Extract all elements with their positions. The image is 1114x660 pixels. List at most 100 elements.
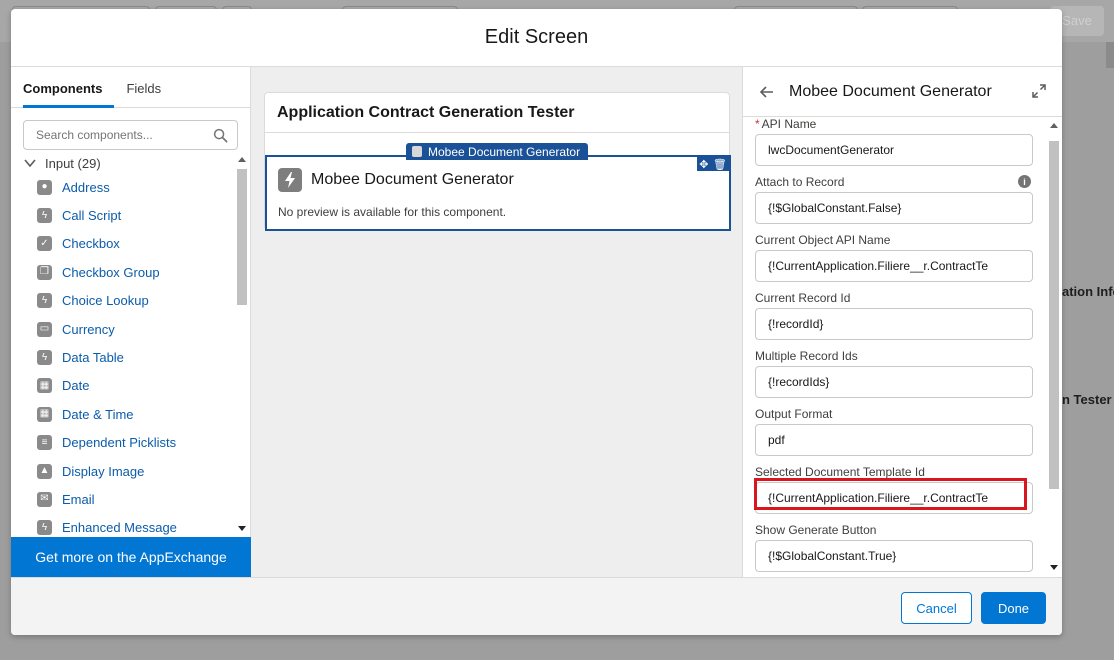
- screen-canvas: Application Contract Generation Tester M…: [251, 67, 742, 577]
- search-components-input[interactable]: [24, 128, 204, 142]
- properties-fields-area: * API Name lwcDocumentGenerator Attach to…: [743, 117, 1062, 577]
- properties-header: Mobee Document Generator: [743, 67, 1062, 117]
- field-output-format: Output Format pdf: [755, 407, 1033, 465]
- bolt-icon: [412, 146, 422, 157]
- component-item-display-image[interactable]: ▲ Display Image: [37, 457, 233, 485]
- field-label-text: Output Format: [755, 407, 833, 421]
- edit-screen-modal: Edit Screen Components Fields Input (29): [11, 9, 1062, 635]
- scrollbar-thumb[interactable]: [1049, 141, 1059, 489]
- field-label-text: Selected Document Template Id: [755, 465, 925, 479]
- currency-icon: ▭: [37, 321, 52, 337]
- search-box: [23, 120, 238, 150]
- group-label: Input (29): [45, 155, 101, 171]
- map-pin-icon: ●: [37, 179, 52, 195]
- component-item-choice-lookup[interactable]: ϟ Choice Lookup: [37, 287, 233, 315]
- show-generate-button-input[interactable]: {!$GlobalConstant.True}: [755, 540, 1033, 572]
- current-object-api-name-input[interactable]: {!CurrentApplication.Filiere__r.Contract…: [755, 250, 1033, 282]
- cancel-button[interactable]: Cancel: [901, 592, 972, 624]
- modal-title: Edit Screen: [484, 26, 589, 48]
- field-api-name: * API Name lwcDocumentGenerator: [755, 117, 1033, 175]
- field-label: Current Object API Name: [755, 233, 1033, 247]
- selected-tag-label: Mobee Document Generator: [428, 144, 581, 159]
- field-label-text: Show Generate Button: [755, 523, 877, 537]
- properties-scrollbar[interactable]: [1048, 121, 1060, 574]
- checkbox-icon: ✓: [37, 236, 52, 252]
- background-scrollbar: [1106, 42, 1114, 68]
- component-label: Address: [62, 179, 110, 195]
- component-item-checkbox-group[interactable]: ❐ Checkbox Group: [37, 258, 233, 286]
- component-item-currency[interactable]: ▭ Currency: [37, 315, 233, 343]
- component-item-date-time[interactable]: ▦ Date & Time: [37, 400, 233, 428]
- move-icon[interactable]: ✥: [699, 158, 708, 171]
- input-group-header[interactable]: Input (29): [23, 153, 101, 173]
- component-item-date[interactable]: ▦ Date: [37, 372, 233, 400]
- field-label: Selected Document Template Id: [755, 465, 1033, 479]
- selected-component[interactable]: Mobee Document Generator ✥ 🗑 Mobee Docum…: [265, 143, 731, 231]
- calendar-clock-icon: ▦: [37, 406, 52, 422]
- scroll-down-arrow-icon[interactable]: [238, 526, 246, 531]
- component-item-call-script[interactable]: ϟ Call Script: [37, 201, 233, 229]
- field-label: Current Record Id: [755, 291, 1033, 305]
- component-label: Data Table: [62, 350, 124, 366]
- search-icon[interactable]: [213, 128, 228, 143]
- screen-title[interactable]: Application Contract Generation Tester: [265, 93, 729, 133]
- panel-tabs: Components Fields: [11, 67, 250, 108]
- properties-panel: Mobee Document Generator * API Name lwcDo…: [742, 67, 1062, 577]
- background-text: n Tester: [1062, 392, 1112, 407]
- bolt-icon: ϟ: [37, 208, 52, 224]
- selected-document-template-id-input[interactable]: {!CurrentApplication.Filiere__r.Contract…: [755, 482, 1033, 514]
- field-show-generate-button: Show Generate Button {!$GlobalConstant.T…: [755, 523, 1033, 577]
- current-record-id-input[interactable]: {!recordId}: [755, 308, 1033, 340]
- component-label: Call Script: [62, 208, 122, 224]
- delete-icon[interactable]: 🗑: [713, 158, 727, 171]
- background-text: ation Info: [1062, 284, 1114, 299]
- scrollbar-thumb[interactable]: [237, 169, 247, 305]
- attach-to-record-input[interactable]: {!$GlobalConstant.False}: [755, 192, 1033, 224]
- back-arrow-icon[interactable]: [759, 84, 775, 100]
- component-label: Date: [62, 378, 90, 394]
- tab-fields[interactable]: Fields: [126, 67, 161, 107]
- components-list: ● Address ϟ Call Script ✓ Checkbox ❐ Che…: [37, 173, 233, 542]
- field-label-text: API Name: [761, 117, 817, 131]
- field-attach-to-record: Attach to Record i {!$GlobalConstant.Fals…: [755, 175, 1033, 233]
- component-item-data-table[interactable]: ϟ Data Table: [37, 343, 233, 371]
- field-label-text: Attach to Record: [755, 175, 845, 189]
- multiple-record-ids-input[interactable]: {!recordIds}: [755, 366, 1033, 398]
- component-label: Enhanced Message: [62, 520, 177, 536]
- component-header: Mobee Document Generator: [278, 168, 514, 192]
- info-icon[interactable]: i: [1018, 175, 1031, 188]
- field-current-object-api-name: Current Object API Name {!CurrentApplica…: [755, 233, 1033, 291]
- checkbox-group-icon: ❐: [37, 264, 52, 280]
- email-icon: ✉: [37, 491, 52, 507]
- modal-footer: Cancel Done: [11, 577, 1062, 635]
- expand-icon[interactable]: [1032, 84, 1046, 98]
- field-label-text: Multiple Record Ids: [755, 349, 858, 363]
- scroll-up-arrow-icon[interactable]: [238, 157, 246, 162]
- field-label-text: Current Object API Name: [755, 233, 891, 247]
- components-panel: Components Fields Input (29) ● A: [11, 67, 251, 577]
- scroll-up-arrow-icon[interactable]: [1050, 123, 1058, 128]
- component-label: Dependent Picklists: [62, 435, 177, 451]
- image-icon: ▲: [37, 463, 52, 479]
- component-item-dependent-picklists[interactable]: ≡ Dependent Picklists: [37, 429, 233, 457]
- component-label: Display Image: [62, 463, 145, 479]
- property-fields: * API Name lwcDocumentGenerator Attach to…: [754, 117, 1033, 577]
- output-format-input[interactable]: pdf: [755, 424, 1033, 456]
- field-label: Show Generate Button: [755, 523, 1033, 537]
- field-label: Attach to Record i: [755, 175, 1033, 189]
- component-item-address[interactable]: ● Address: [37, 173, 233, 201]
- api-name-input[interactable]: lwcDocumentGenerator: [755, 134, 1033, 166]
- components-scrollbar[interactable]: [236, 155, 248, 535]
- bolt-icon: ϟ: [37, 520, 52, 536]
- field-current-record-id: Current Record Id {!recordId}: [755, 291, 1033, 349]
- tab-components[interactable]: Components: [23, 67, 115, 108]
- field-selected-document-template-id: Selected Document Template Id {!CurrentA…: [754, 465, 1033, 523]
- list-icon: ≡: [37, 435, 52, 451]
- appexchange-link[interactable]: Get more on the AppExchange: [11, 537, 251, 577]
- scroll-down-arrow-icon[interactable]: [1050, 565, 1058, 570]
- component-item-checkbox[interactable]: ✓ Checkbox: [37, 230, 233, 258]
- modal-header: Edit Screen: [11, 9, 1062, 67]
- done-button[interactable]: Done: [981, 592, 1046, 624]
- bolt-icon: ϟ: [37, 350, 52, 366]
- component-item-email[interactable]: ✉ Email: [37, 485, 233, 513]
